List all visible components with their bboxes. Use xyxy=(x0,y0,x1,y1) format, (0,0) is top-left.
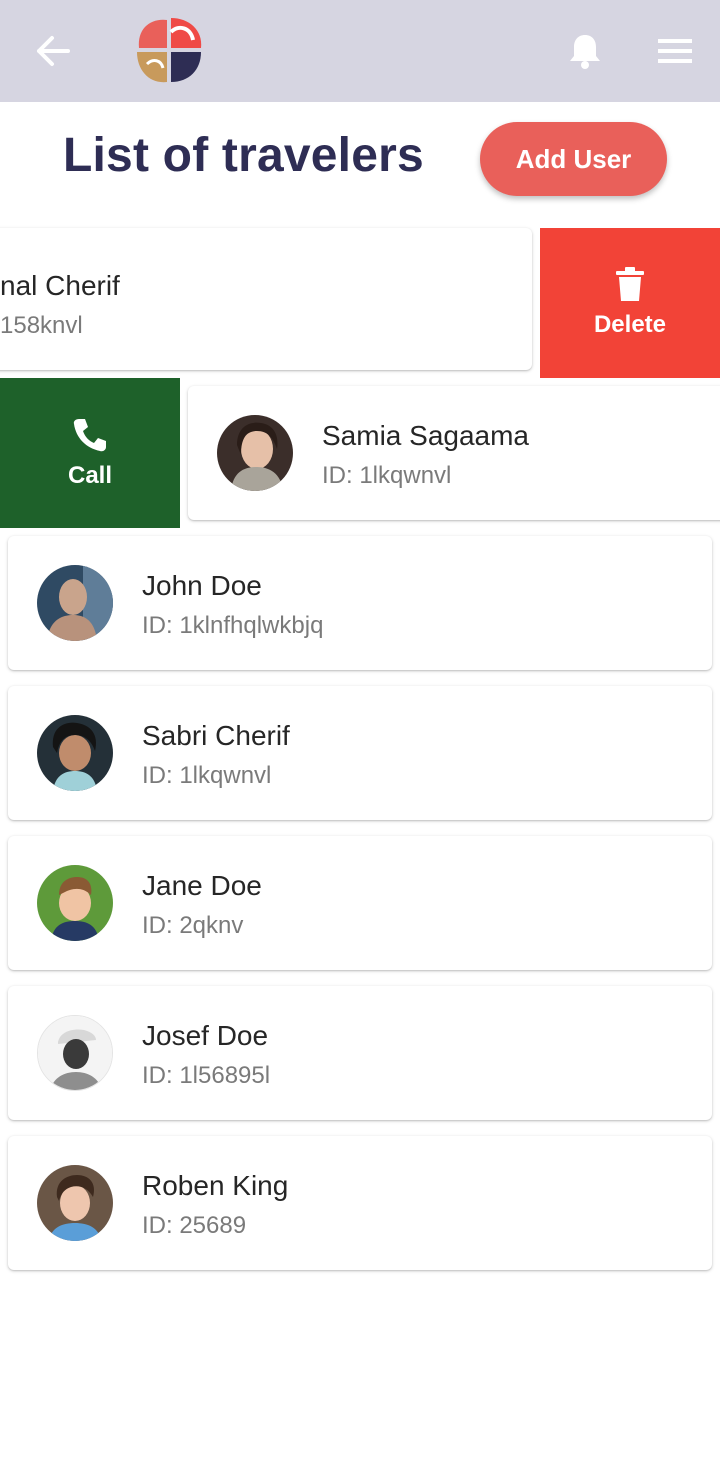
list-item[interactable]: John Doe ID: 1klnfhqlwkbjq xyxy=(8,536,712,670)
traveler-id: ID: 1l56895l xyxy=(142,1062,271,1089)
app-bar xyxy=(0,0,720,102)
traveler-id: 158knvl xyxy=(0,312,83,339)
list-item[interactable]: Roben King ID: 25689 xyxy=(8,1136,712,1270)
avatar xyxy=(37,715,113,791)
traveler-name: Samia Sagaama xyxy=(322,420,530,451)
hamburger-menu-icon[interactable] xyxy=(652,30,698,72)
traveler-id: ID: 1lkqwnvl xyxy=(322,462,452,489)
delete-label: Delete xyxy=(593,311,667,338)
add-user-button[interactable]: Add User xyxy=(480,122,667,196)
traveler-name: John Doe xyxy=(142,570,262,601)
avatar xyxy=(37,1165,113,1241)
traveler-name: Sabri Cherif xyxy=(142,720,290,751)
traveler-id: ID: 1klnfhqlwkbjq xyxy=(142,612,324,639)
traveler-id: ID: 1lkqwnvl xyxy=(142,762,272,789)
list-item[interactable]: Samia Sagaama ID: 1lkqwnvl xyxy=(188,386,720,520)
list-item[interactable]: Sabri Cherif ID: 1lkqwnvl xyxy=(8,686,712,820)
avatar xyxy=(37,1015,113,1091)
app-logo xyxy=(132,14,206,86)
avatar xyxy=(217,415,293,491)
traveler-id: ID: 25689 xyxy=(142,1212,247,1239)
trash-icon xyxy=(616,267,644,301)
bell-icon[interactable] xyxy=(562,28,608,74)
arrow-left-icon[interactable] xyxy=(30,30,76,72)
list-item[interactable]: nal Cherif 158knvl xyxy=(0,228,532,370)
avatar xyxy=(37,565,113,641)
traveler-name: nal Cherif xyxy=(0,270,120,301)
traveler-name: Jane Doe xyxy=(142,870,262,901)
call-label: Call xyxy=(67,462,112,489)
delete-button[interactable]: Delete xyxy=(540,228,720,378)
phone-icon xyxy=(73,419,106,452)
traveler-name: Josef Doe xyxy=(142,1020,269,1051)
list-item[interactable]: Jane Doe ID: 2qknv xyxy=(8,836,712,970)
avatar xyxy=(37,865,113,941)
call-button[interactable]: Call xyxy=(0,378,180,528)
list-item[interactable]: Josef Doe ID: 1l56895l xyxy=(8,986,712,1120)
traveler-name: Roben King xyxy=(142,1170,289,1201)
page-title: List of travelers xyxy=(63,129,424,182)
traveler-id: ID: 2qknv xyxy=(142,912,244,939)
